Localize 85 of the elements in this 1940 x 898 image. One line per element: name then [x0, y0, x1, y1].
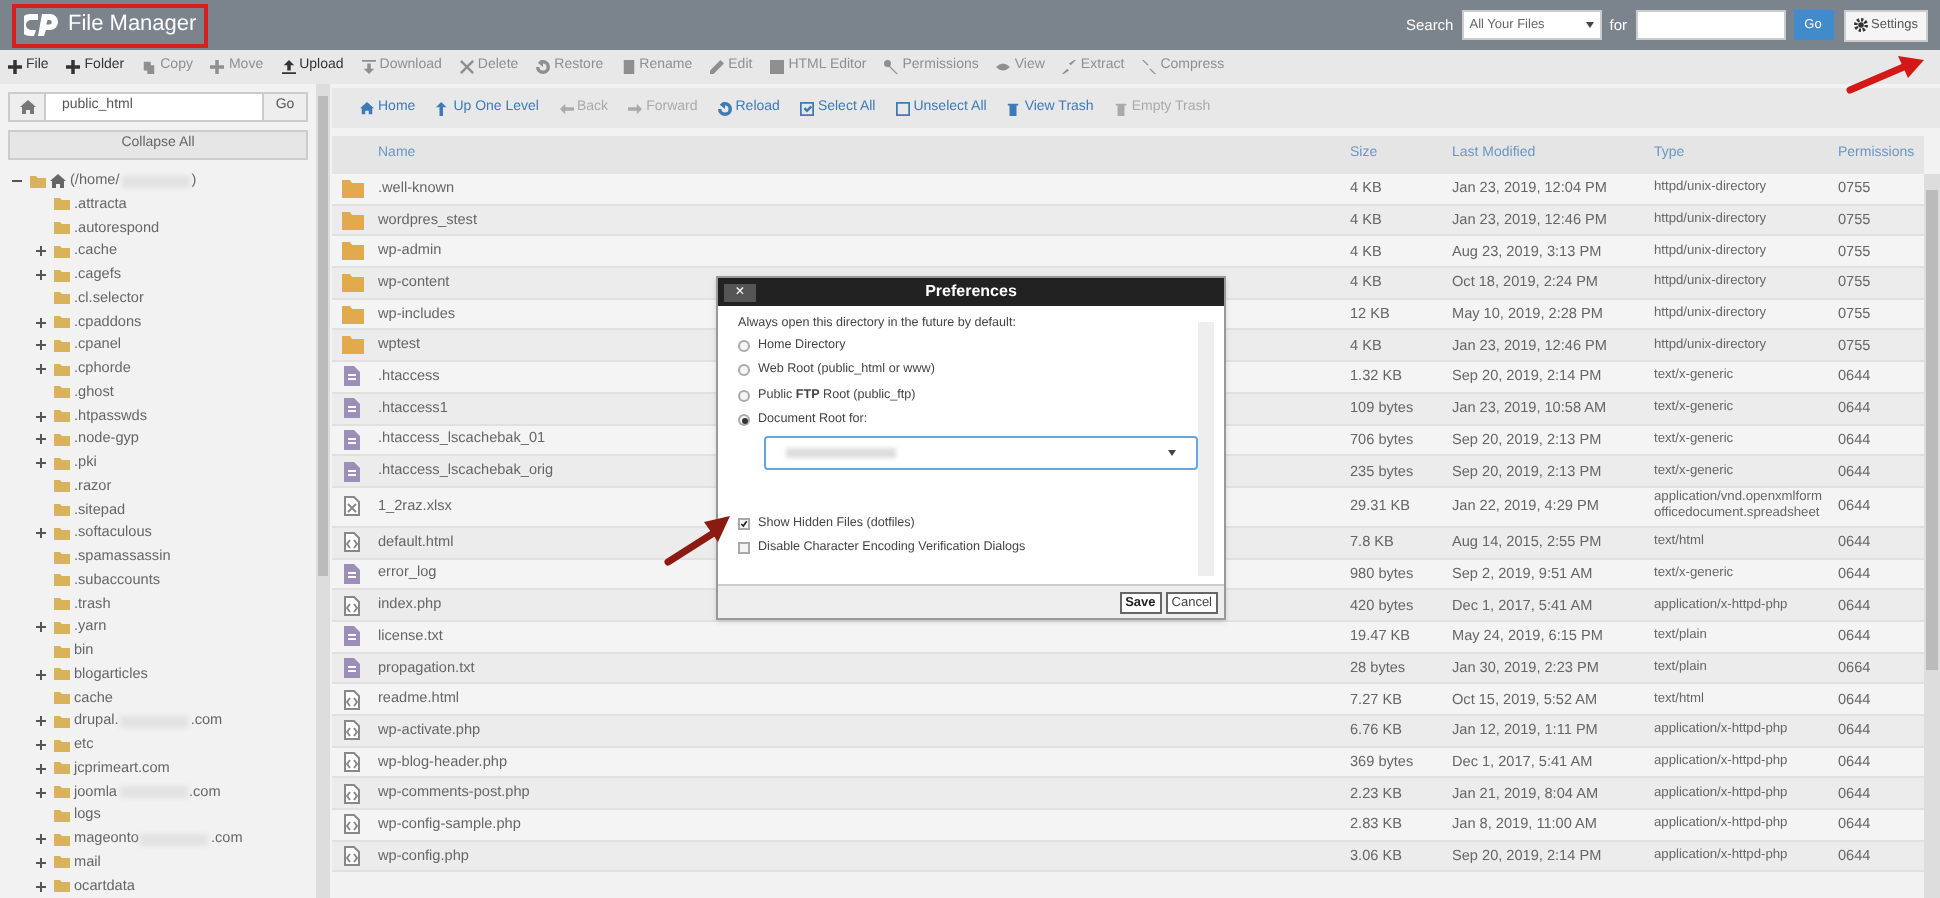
nav-icon [895, 101, 910, 115]
toolbar-icon [8, 60, 22, 74]
plus-icon[interactable] [36, 434, 46, 445]
folder-icon [341, 211, 363, 230]
toolbar-icon [621, 60, 636, 74]
document-icon [344, 626, 360, 647]
plus-icon[interactable] [36, 763, 46, 774]
toolbar-icon [884, 60, 899, 74]
toolbar-icon [996, 60, 1011, 74]
toolbar-icon [1142, 60, 1157, 74]
plus-icon[interactable] [36, 246, 46, 257]
home-icon [19, 100, 35, 115]
home-icon [50, 174, 66, 189]
toolbar-icon [281, 60, 296, 74]
checkbox[interactable] [738, 517, 750, 530]
plus-icon[interactable] [36, 716, 46, 727]
toolbar-icon [210, 60, 225, 74]
toolbar-icon [66, 60, 81, 74]
folder-icon [341, 305, 363, 324]
plus-icon[interactable] [36, 270, 46, 281]
arrow-annotation [1846, 54, 1926, 94]
plus-icon[interactable] [36, 857, 46, 868]
dialog-title: Preferences [925, 280, 1017, 304]
plus-icon[interactable] [36, 364, 46, 375]
document-icon [344, 657, 360, 678]
nav-icon [435, 101, 450, 115]
plus-icon[interactable] [36, 622, 46, 633]
code-file-icon [344, 595, 360, 616]
nav-icon [360, 101, 374, 115]
radio-button[interactable] [738, 364, 750, 377]
folder-icon [341, 179, 363, 198]
code-file-icon [344, 689, 360, 710]
code-file-icon [344, 720, 360, 741]
nav-icon [628, 101, 643, 115]
document-icon [344, 398, 360, 419]
spreadsheet-icon [344, 496, 360, 517]
scrollbar[interactable] [316, 84, 330, 898]
folder-icon [341, 336, 363, 355]
scrollbar-thumb[interactable] [1926, 190, 1938, 670]
close-button[interactable]: × [724, 283, 756, 301]
plus-icon[interactable] [36, 881, 46, 892]
domain-dropdown[interactable] [764, 436, 1198, 471]
plus-icon[interactable] [36, 740, 46, 751]
plus-icon[interactable] [36, 411, 46, 422]
scrollbar-thumb[interactable] [318, 96, 328, 576]
toolbar-icon [459, 60, 474, 74]
nav-icon [717, 101, 732, 115]
nav-icon [799, 101, 814, 115]
folder-icon [341, 242, 363, 261]
settings-icon [1853, 18, 1867, 32]
app-title: File Manager [68, 10, 197, 41]
code-file-icon [344, 846, 360, 867]
plus-icon[interactable] [36, 669, 46, 680]
scrollbar[interactable] [1198, 322, 1214, 576]
document-icon [344, 461, 360, 482]
radio-button[interactable] [738, 414, 750, 427]
radio-button[interactable] [738, 389, 750, 402]
plus-icon[interactable] [36, 317, 46, 328]
scrollbar[interactable] [1924, 174, 1940, 898]
folder-icon [341, 273, 363, 292]
code-file-icon [344, 752, 360, 773]
nav-icon [559, 101, 573, 115]
nav-icon [1113, 101, 1128, 115]
toolbar-icon [1062, 60, 1077, 74]
plus-icon[interactable] [36, 340, 46, 351]
radio-button[interactable] [738, 339, 750, 352]
plus-icon[interactable] [36, 458, 46, 469]
toolbar-icon [142, 60, 157, 74]
nav-icon [1006, 101, 1021, 115]
logo-icon [24, 12, 60, 38]
plus-icon[interactable] [36, 528, 46, 539]
toolbar-icon [361, 60, 376, 74]
toolbar-icon [770, 60, 785, 74]
redacted-value [786, 448, 896, 459]
toolbar-icon [536, 60, 551, 74]
minus-icon[interactable] [12, 176, 22, 187]
code-file-icon [344, 532, 360, 553]
search-field[interactable] [1635, 10, 1785, 40]
checkbox[interactable] [738, 542, 750, 555]
caret-icon [1585, 22, 1594, 28]
arrow-annotation [664, 512, 732, 566]
plus-icon[interactable] [36, 834, 46, 845]
code-file-icon [344, 783, 360, 804]
toolbar-icon [710, 60, 725, 74]
plus-icon[interactable] [36, 787, 46, 798]
